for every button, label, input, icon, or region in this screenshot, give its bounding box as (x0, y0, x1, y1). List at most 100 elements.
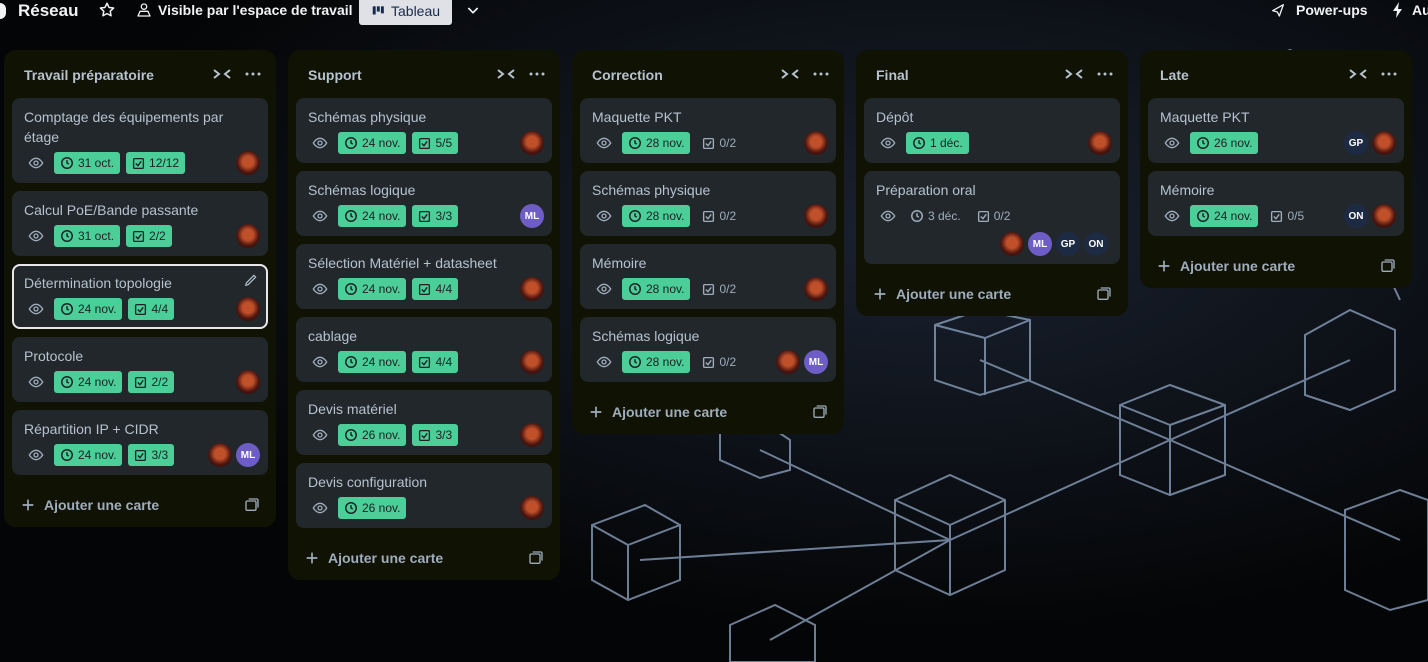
card-members (236, 370, 260, 394)
due-date-badge[interactable]: 24 nov. (54, 444, 123, 466)
due-date-badge[interactable]: 26 nov. (338, 497, 407, 519)
due-date-badge[interactable]: 24 nov. (338, 132, 407, 154)
card[interactable]: Maquette PKT 28 nov. 0/2 (580, 98, 836, 163)
member-avatar-image[interactable] (236, 151, 260, 175)
member-avatar-image[interactable] (520, 277, 544, 301)
member-avatar-image[interactable] (804, 131, 828, 155)
card[interactable]: Comptage des équipements par étage 31 oct… (12, 98, 268, 183)
due-date-badge[interactable]: 3 déc. (906, 205, 965, 227)
template-icon[interactable] (528, 550, 544, 566)
list-title[interactable]: Travail préparatoire (24, 67, 154, 83)
member-avatar-image[interactable] (236, 224, 260, 248)
more-icon[interactable] (244, 65, 262, 83)
member-avatar-gp[interactable]: GP (1056, 232, 1080, 256)
member-avatar-on[interactable]: ON (1344, 204, 1368, 228)
card[interactable]: Maquette PKT 26 nov. GP (1148, 98, 1404, 163)
member-avatar-image[interactable] (520, 423, 544, 447)
collapse-icon[interactable] (1064, 66, 1084, 82)
checklist-icon (419, 283, 431, 295)
card[interactable]: Devis matériel 26 nov. 3/3 (296, 390, 552, 455)
card[interactable]: Protocole 24 nov. 2/2 (12, 337, 268, 402)
view-switcher-board[interactable]: Tableau (359, 0, 453, 25)
member-avatar-ml[interactable]: ML (236, 443, 260, 467)
due-date-badge[interactable]: 28 nov. (622, 278, 691, 300)
card[interactable]: Calcul PoE/Bande passante 31 oct. 2/2 (12, 191, 268, 256)
list-title[interactable]: Final (876, 67, 909, 83)
template-icon[interactable] (812, 404, 828, 420)
member-avatar-image[interactable] (208, 443, 232, 467)
due-date-badge[interactable]: 28 nov. (622, 205, 691, 227)
workspace-sidebar-toggle[interactable] (0, 3, 6, 19)
member-avatar-image[interactable] (236, 370, 260, 394)
powerups-button[interactable]: Power-ups (1270, 2, 1368, 18)
template-icon[interactable] (1380, 258, 1396, 274)
edit-icon[interactable] (244, 273, 258, 287)
template-icon[interactable] (1096, 286, 1112, 302)
member-avatar-image[interactable] (804, 277, 828, 301)
card[interactable]: Répartition IP + CIDR 24 nov. 3/3 ML (12, 410, 268, 475)
member-avatar-image[interactable] (236, 297, 260, 321)
member-avatar-gp[interactable]: GP (1344, 131, 1368, 155)
due-date-badge[interactable]: 24 nov. (338, 205, 407, 227)
member-avatar-image[interactable] (1372, 131, 1396, 155)
card[interactable]: cablage 24 nov. 4/4 (296, 317, 552, 382)
add-card-button[interactable]: Ajouter une carte (288, 536, 560, 580)
member-avatar-ml[interactable]: ML (1028, 232, 1052, 256)
member-avatar-image[interactable] (520, 496, 544, 520)
member-avatar-ml[interactable]: ML (520, 204, 544, 228)
due-date-badge[interactable]: 26 nov. (1190, 132, 1259, 154)
card[interactable]: Détermination topologie 24 nov. 4/4 (12, 264, 268, 329)
automation-button[interactable]: Au (1392, 2, 1428, 18)
due-date-badge[interactable]: 31 oct. (54, 152, 121, 174)
due-date-badge[interactable]: 1 déc. (906, 132, 969, 154)
card[interactable]: Schémas logique 28 nov. 0/2 ML (580, 317, 836, 382)
card[interactable]: Devis configuration 26 nov. (296, 463, 552, 528)
collapse-icon[interactable] (496, 66, 516, 82)
due-date-badge[interactable]: 24 nov. (338, 278, 407, 300)
chevron-down-icon[interactable] (465, 2, 481, 18)
card[interactable]: Mémoire 24 nov. 0/5 ON (1148, 171, 1404, 236)
member-avatar-image[interactable] (1088, 131, 1112, 155)
due-date-badge[interactable]: 24 nov. (54, 371, 123, 393)
add-card-button[interactable]: Ajouter une carte (1140, 244, 1412, 288)
member-avatar-on[interactable]: ON (1084, 232, 1108, 256)
more-icon[interactable] (1096, 65, 1114, 83)
collapse-icon[interactable] (212, 66, 232, 82)
due-date-badge[interactable]: 24 nov. (338, 351, 407, 373)
card[interactable]: Schémas physique 24 nov. 5/5 (296, 98, 552, 163)
star-icon[interactable] (98, 1, 116, 19)
due-date-badge[interactable]: 28 nov. (622, 132, 691, 154)
add-card-button[interactable]: Ajouter une carte (4, 483, 276, 527)
member-avatar-image[interactable] (1000, 232, 1024, 256)
collapse-icon[interactable] (1348, 66, 1368, 82)
more-icon[interactable] (812, 65, 830, 83)
member-avatar-image[interactable] (776, 350, 800, 374)
member-avatar-ml[interactable]: ML (804, 350, 828, 374)
collapse-icon[interactable] (780, 66, 800, 82)
due-date-badge[interactable]: 24 nov. (54, 298, 123, 320)
member-avatar-image[interactable] (1372, 204, 1396, 228)
visibility-button[interactable]: Visible par l'espace de travail (136, 2, 353, 18)
card[interactable]: Préparation oral 3 déc. 0/2 ML GP ON (864, 171, 1120, 264)
due-date-badge[interactable]: 24 nov. (1190, 205, 1259, 227)
member-avatar-image[interactable] (520, 131, 544, 155)
card[interactable]: Dépôt 1 déc. (864, 98, 1120, 163)
add-card-button[interactable]: Ajouter une carte (572, 390, 844, 434)
add-card-button[interactable]: Ajouter une carte (856, 272, 1128, 316)
due-date-badge[interactable]: 28 nov. (622, 351, 691, 373)
template-icon[interactable] (244, 497, 260, 513)
more-icon[interactable] (1380, 65, 1398, 83)
board-title[interactable]: Réseau (18, 1, 78, 21)
due-date-badge[interactable]: 31 oct. (54, 225, 121, 247)
card[interactable]: Mémoire 28 nov. 0/2 (580, 244, 836, 309)
list-title[interactable]: Late (1160, 67, 1189, 83)
more-icon[interactable] (528, 65, 546, 83)
card[interactable]: Sélection Matériel + datasheet 24 nov. 4/4 (296, 244, 552, 309)
due-date-badge[interactable]: 26 nov. (338, 424, 407, 446)
list-title[interactable]: Correction (592, 67, 663, 83)
card[interactable]: Schémas physique 28 nov. 0/2 (580, 171, 836, 236)
member-avatar-image[interactable] (804, 204, 828, 228)
card[interactable]: Schémas logique 24 nov. 3/3 ML (296, 171, 552, 236)
list-title[interactable]: Support (308, 67, 362, 83)
member-avatar-image[interactable] (520, 350, 544, 374)
